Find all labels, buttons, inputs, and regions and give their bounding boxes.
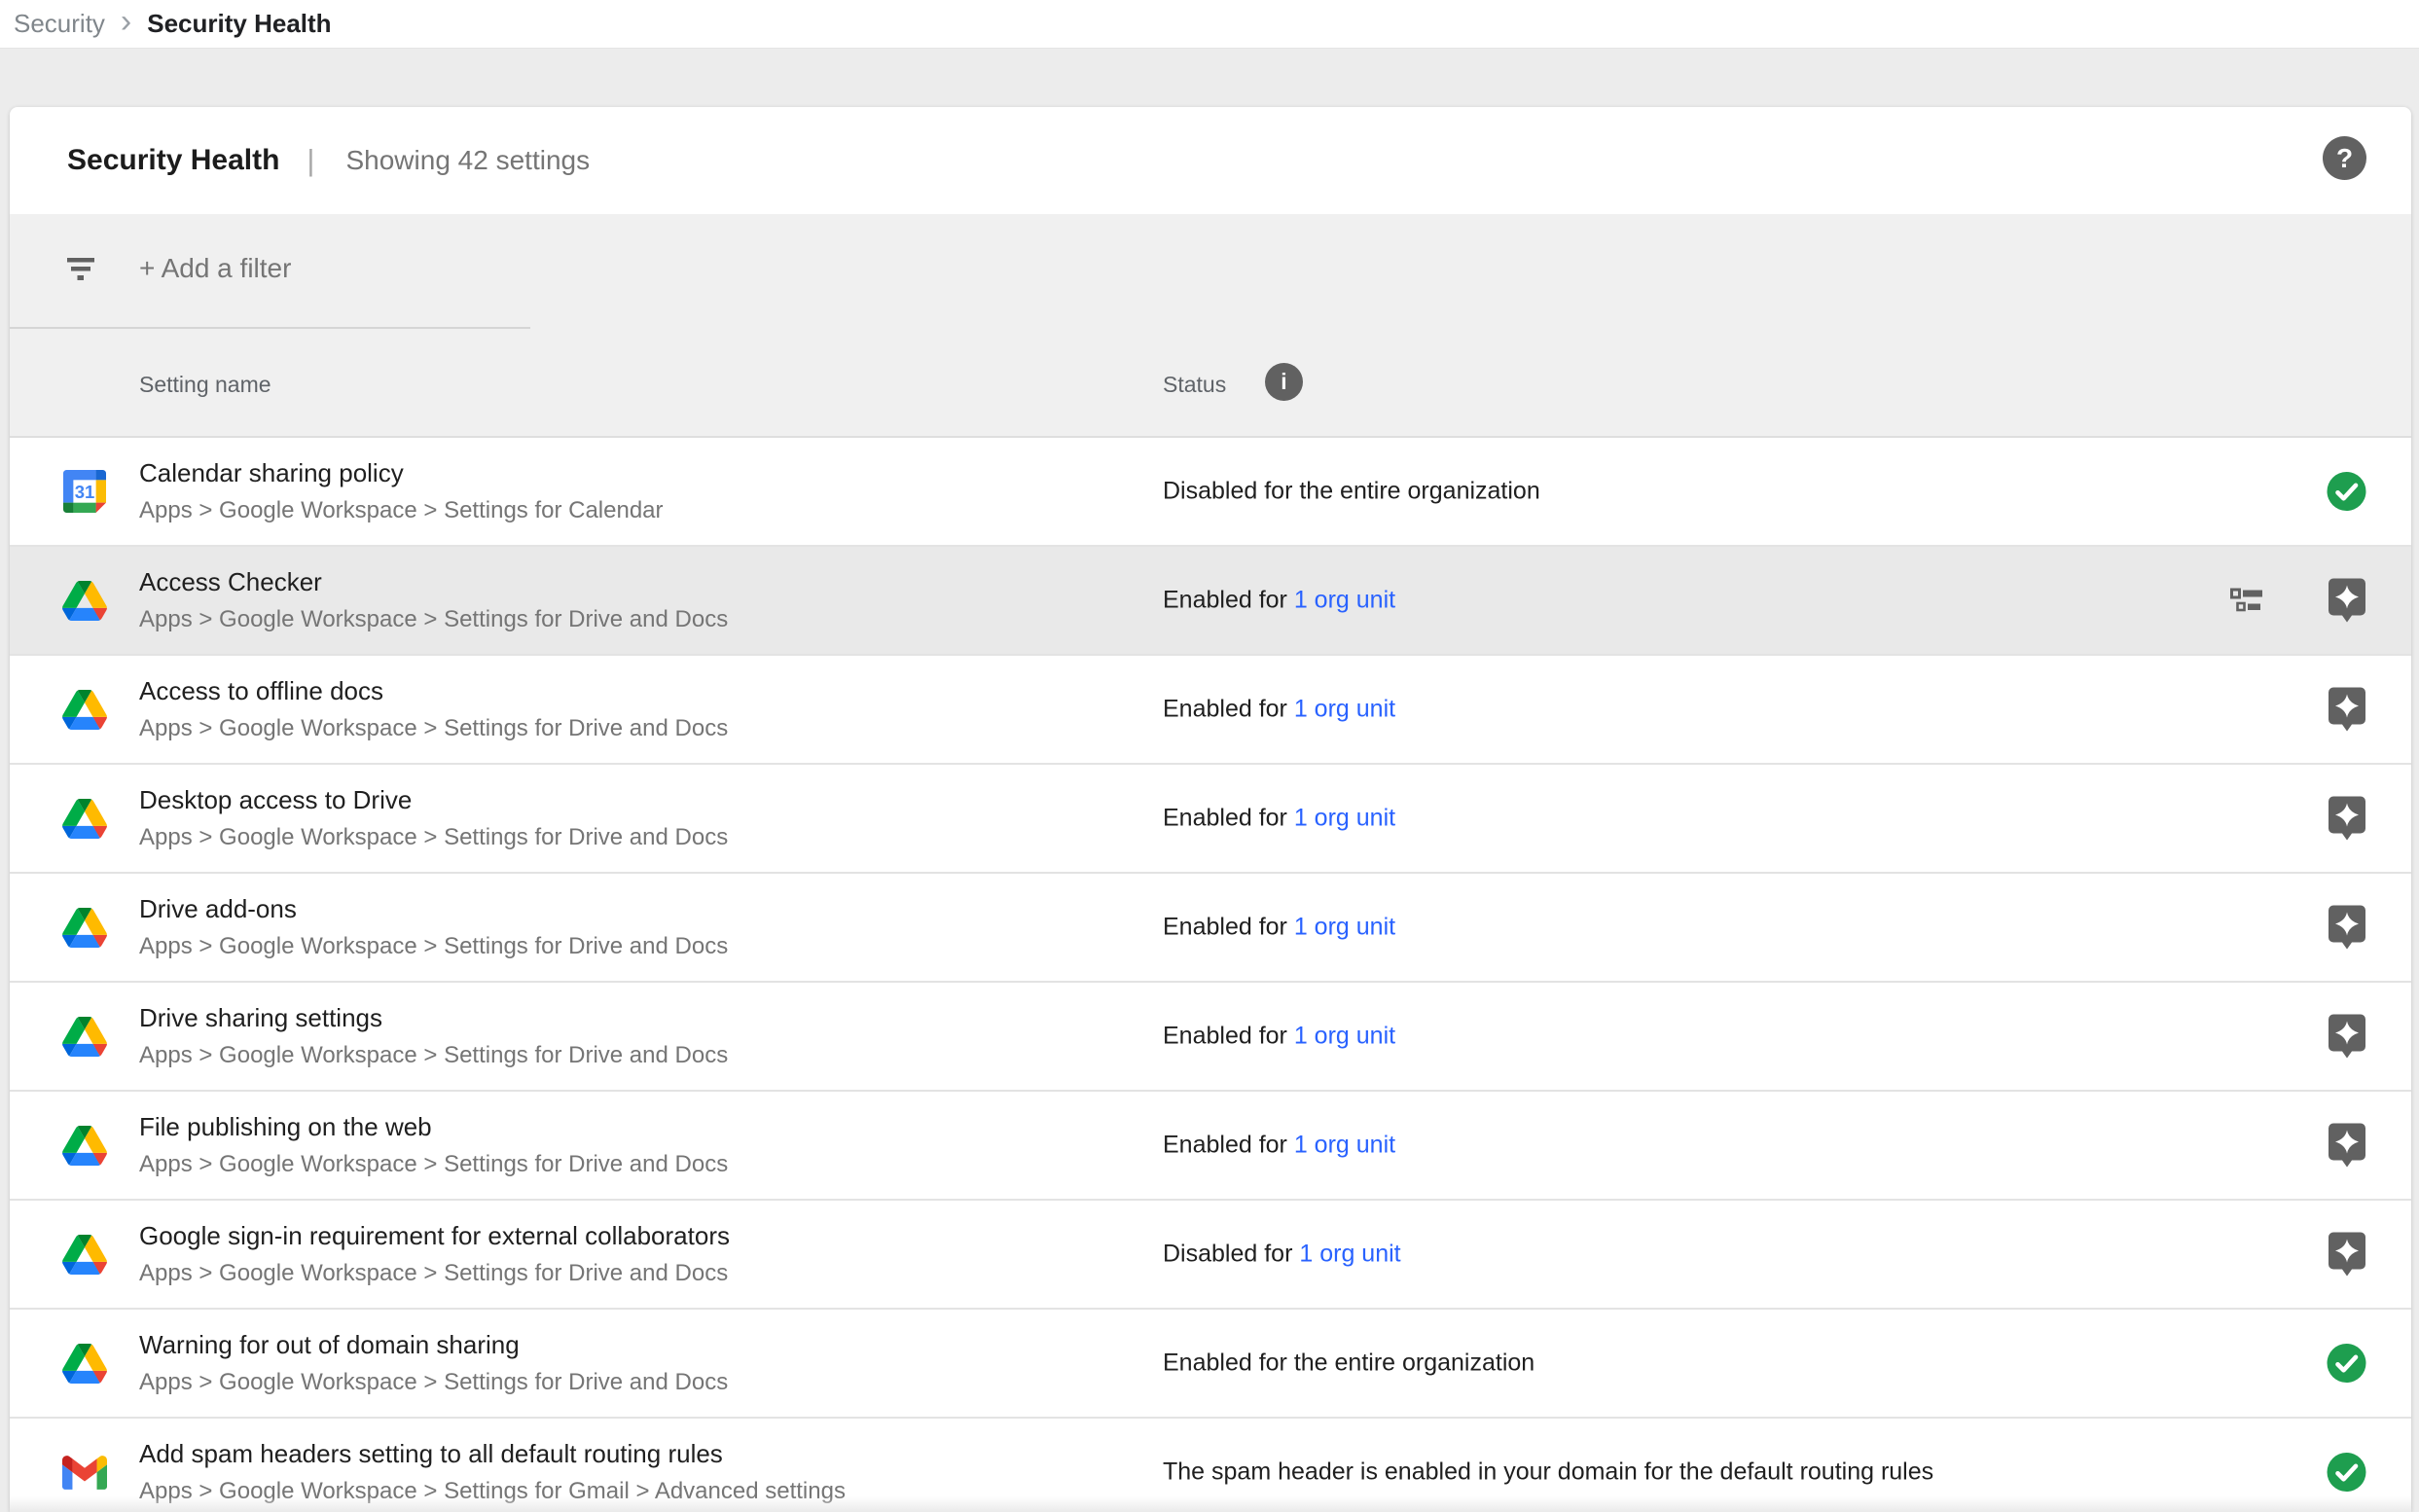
status-text: Enabled for: [1163, 696, 1294, 723]
status-ok-icon: [2327, 472, 2366, 512]
setting-status: Enabled for 1 org unit: [1163, 696, 1395, 724]
setting-status: Enabled for 1 org unit: [1163, 1132, 1395, 1160]
setting-name: Google sign-in requirement for external …: [139, 1221, 730, 1251]
status-text: Enabled for: [1163, 1132, 1294, 1159]
org-unit-link[interactable]: 1 org unit: [1294, 587, 1395, 614]
status-ok-icon: [2327, 1344, 2366, 1384]
setting-status: Enabled for 1 org unit: [1163, 1023, 1395, 1051]
status-text: Enabled for: [1163, 587, 1294, 614]
org-units-icon[interactable]: [2230, 587, 2263, 614]
settings-count-label: Showing 42 settings: [345, 145, 590, 176]
breadcrumb-current-page: Security Health: [147, 9, 331, 39]
setting-path: Apps > Google Workspace > Settings for D…: [139, 1042, 728, 1069]
status-text: The spam header is enabled in your domai…: [1163, 1458, 1933, 1486]
setting-name: Add spam headers setting to all default …: [139, 1439, 723, 1469]
card-header: Security Health | Showing 42 settings ?: [10, 107, 2411, 214]
setting-status: Enabled for 1 org unit: [1163, 805, 1395, 833]
setting-name: Desktop access to Drive: [139, 785, 412, 815]
setting-row[interactable]: Google sign-in requirement for external …: [10, 1201, 2411, 1310]
page-title: Security Health: [67, 144, 279, 177]
setting-path: Apps > Google Workspace > Settings for D…: [139, 1151, 728, 1178]
setting-row[interactable]: Access to offline docs Apps > Google Wor…: [10, 656, 2411, 765]
drive-icon: [62, 687, 107, 732]
setting-name: File publishing on the web: [139, 1112, 432, 1142]
setting-name: Drive add-ons: [139, 894, 297, 924]
setting-row[interactable]: Drive add-ons Apps > Google Workspace > …: [10, 874, 2411, 983]
calendar-icon: 31: [62, 469, 107, 514]
org-unit-link[interactable]: 1 org unit: [1294, 914, 1395, 941]
info-icon[interactable]: i: [1265, 363, 1303, 401]
setting-name: Access Checker: [139, 567, 322, 597]
setting-status: Enabled for 1 org unit: [1163, 587, 1395, 615]
status-text: Enabled for the entire organization: [1163, 1350, 1534, 1377]
breadcrumb-security-link[interactable]: Security: [14, 9, 105, 39]
recommendation-icon[interactable]: [2327, 797, 2366, 841]
setting-path: Apps > Google Workspace > Settings for G…: [139, 1478, 846, 1505]
recommendation-icon[interactable]: [2327, 1124, 2366, 1168]
setting-path: Apps > Google Workspace > Settings for D…: [139, 715, 728, 742]
setting-row[interactable]: 31 Calendar sharing policy Apps > Google…: [10, 438, 2411, 547]
status-text: Enabled for: [1163, 1023, 1294, 1050]
org-unit-link[interactable]: 1 org unit: [1294, 696, 1395, 723]
drive-icon: [62, 1014, 107, 1059]
setting-name: Drive sharing settings: [139, 1003, 382, 1033]
gmail-icon: [62, 1450, 107, 1494]
status-text: Enabled for: [1163, 805, 1294, 832]
setting-row[interactable]: Add spam headers setting to all default …: [10, 1419, 2411, 1512]
setting-status: Disabled for 1 org unit: [1163, 1241, 1401, 1269]
drive-icon: [62, 1341, 107, 1386]
drive-icon: [62, 796, 107, 841]
recommendation-icon[interactable]: [2327, 1233, 2366, 1277]
title-divider: |: [307, 143, 314, 178]
setting-path: Apps > Google Workspace > Settings for D…: [139, 606, 728, 633]
setting-name: Warning for out of domain sharing: [139, 1330, 520, 1360]
filter-icon[interactable]: [64, 253, 99, 288]
settings-list: 31 Calendar sharing policy Apps > Google…: [10, 438, 2411, 1512]
org-unit-link[interactable]: 1 org unit: [1299, 1241, 1400, 1268]
setting-status: Enabled for the entire organization: [1163, 1350, 1534, 1378]
status-text: Disabled for: [1163, 1241, 1299, 1268]
setting-status: Disabled for the entire organization: [1163, 478, 1540, 506]
status-text: Enabled for: [1163, 914, 1294, 941]
recommendation-icon[interactable]: [2327, 906, 2366, 950]
setting-name: Calendar sharing policy: [139, 458, 404, 488]
org-unit-link[interactable]: 1 org unit: [1294, 1023, 1395, 1050]
setting-path: Apps > Google Workspace > Settings for D…: [139, 824, 728, 851]
recommendation-icon[interactable]: [2327, 579, 2366, 623]
setting-path: Apps > Google Workspace > Settings for D…: [139, 1369, 728, 1396]
setting-status: The spam header is enabled in your domai…: [1163, 1458, 1933, 1487]
status-text: Disabled for the entire organization: [1163, 478, 1540, 505]
setting-row[interactable]: Warning for out of domain sharing Apps >…: [10, 1310, 2411, 1419]
setting-path: Apps > Google Workspace > Settings for D…: [139, 1260, 728, 1287]
security-health-card: Security Health | Showing 42 settings ? …: [10, 107, 2411, 1512]
svg-text:31: 31: [75, 482, 95, 502]
column-header-setting-name: Setting name: [139, 372, 271, 398]
breadcrumb: Security › Security Health: [0, 0, 2419, 49]
drive-icon: [62, 578, 107, 623]
help-icon[interactable]: ?: [2323, 136, 2366, 180]
org-unit-link[interactable]: 1 org unit: [1294, 1132, 1395, 1159]
setting-path: Apps > Google Workspace > Settings for D…: [139, 933, 728, 960]
recommendation-icon[interactable]: [2327, 1015, 2366, 1059]
filter-and-header-band: + Add a filter Setting name Status i: [10, 214, 2411, 438]
drive-icon: [62, 1123, 107, 1168]
drive-icon: [62, 905, 107, 950]
setting-row[interactable]: File publishing on the web Apps > Google…: [10, 1092, 2411, 1201]
setting-row[interactable]: Access Checker Apps > Google Workspace >…: [10, 547, 2411, 656]
org-unit-link[interactable]: 1 org unit: [1294, 805, 1395, 832]
column-header-status: Status: [1163, 372, 1226, 398]
add-filter-button[interactable]: + Add a filter: [139, 253, 291, 284]
setting-status: Enabled for 1 org unit: [1163, 914, 1395, 942]
setting-name: Access to offline docs: [139, 676, 383, 706]
filter-underline: [10, 327, 530, 329]
setting-path: Apps > Google Workspace > Settings for C…: [139, 497, 664, 524]
setting-row[interactable]: Desktop access to Drive Apps > Google Wo…: [10, 765, 2411, 874]
drive-icon: [62, 1232, 107, 1277]
chevron-right-icon: ›: [121, 5, 131, 38]
recommendation-icon[interactable]: [2327, 688, 2366, 732]
setting-row[interactable]: Drive sharing settings Apps > Google Wor…: [10, 983, 2411, 1092]
status-ok-icon: [2327, 1453, 2366, 1493]
